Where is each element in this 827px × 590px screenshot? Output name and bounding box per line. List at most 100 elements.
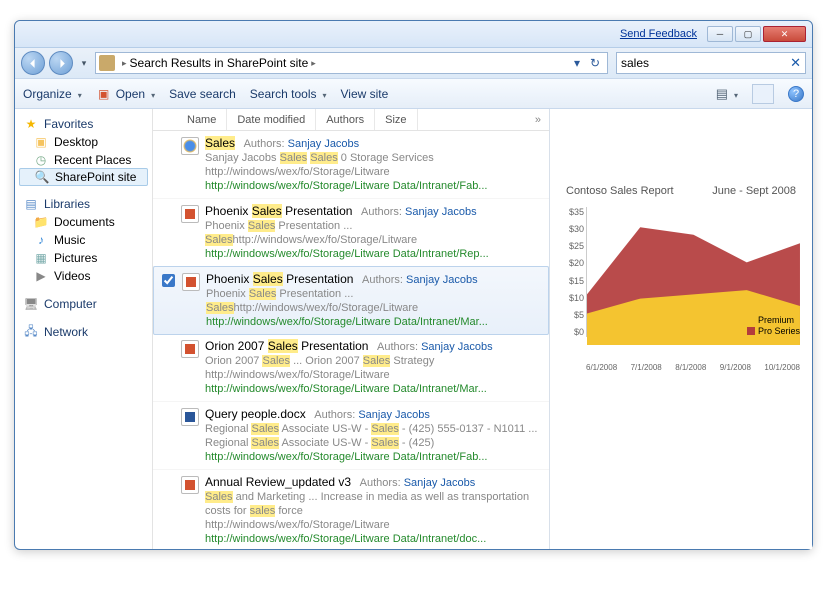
search-result[interactable]: Phoenix Sales Presentation Authors: Sanj… (153, 199, 549, 267)
col-name[interactable]: Name (177, 109, 227, 130)
preview-pane: Contoso Sales Report June - Sept 2008 $3… (550, 109, 812, 549)
ie-file-icon (181, 137, 199, 155)
music-icon: ♪ (33, 232, 49, 248)
preview-chart: $35$30$25$20$15$10$5$0 Premium Pro Serie… (560, 207, 800, 372)
search-tools-menu[interactable]: Search tools (250, 87, 327, 101)
nav-pictures[interactable]: ▦Pictures (19, 249, 148, 267)
results-list[interactable]: Sales Authors: Sanjay Jacobs Sanjay Jacob… (153, 131, 549, 549)
doc-file-icon (181, 408, 199, 426)
desktop-icon: ▣ (33, 134, 49, 150)
authors-label: Authors: (244, 138, 285, 150)
nav-music[interactable]: ♪Music (19, 231, 148, 249)
search-input[interactable]: sales (621, 56, 790, 70)
location-icon (99, 55, 115, 71)
nav-desktop[interactable]: ▣Desktop (19, 133, 148, 151)
forward-button[interactable] (49, 51, 73, 75)
star-icon: ★ (23, 116, 39, 132)
search-box[interactable]: sales ✕ (616, 52, 806, 74)
nav-history-dropdown[interactable] (77, 51, 91, 75)
breadcrumb[interactable]: Search Results in SharePoint site (130, 56, 309, 70)
refresh-icon[interactable]: ↻ (586, 54, 604, 72)
result-snippet2: http://windows/wex/fo/Storage/Litware (205, 165, 541, 179)
author-link[interactable]: Sanjay Jacobs (358, 409, 430, 421)
result-title: Phoenix Sales Presentation (206, 272, 353, 286)
view-site-button[interactable]: View site (341, 87, 389, 101)
result-url: http://windows/wex/fo/Storage/Litware Da… (206, 315, 540, 329)
ppt-file-icon (181, 340, 199, 358)
libraries-icon: ▤ (23, 196, 39, 212)
result-title: Orion 2007 Sales Presentation (205, 339, 368, 353)
back-button[interactable] (21, 51, 45, 75)
favorites-header[interactable]: ★Favorites (19, 115, 148, 133)
nav-network[interactable]: 🖧Network (19, 323, 148, 341)
address-bar[interactable]: ▸ Search Results in SharePoint site ▸ ▾ … (95, 52, 608, 74)
result-title: Phoenix Sales Presentation (205, 204, 352, 218)
result-snippet2: http://windows/wex/fo/Storage/Litware (205, 518, 541, 532)
col-size[interactable]: Size (375, 109, 417, 130)
author-link[interactable]: Sanjay Jacobs (405, 206, 477, 218)
navigation-row: ▸ Search Results in SharePoint site ▸ ▾ … (15, 48, 812, 79)
author-link[interactable]: Sanjay Jacobs (404, 477, 476, 489)
minimize-button[interactable]: ─ (707, 26, 733, 42)
result-snippet: Regional Sales Associate US-W - Sales - … (205, 422, 541, 450)
titlebar: Send Feedback ─ ▢ ✕ (15, 21, 812, 48)
send-feedback-link[interactable]: Send Feedback (620, 28, 697, 40)
help-icon[interactable]: ? (788, 86, 804, 102)
libraries-header[interactable]: ▤Libraries (19, 195, 148, 213)
view-options-button[interactable]: ▤ (716, 86, 738, 102)
ppt-file-icon (181, 476, 199, 494)
result-url: http://windows/wex/fo/Storage/Litware Da… (205, 450, 541, 464)
nav-documents[interactable]: 📁Documents (19, 213, 148, 231)
result-snippet: Phoenix Sales Presentation ... Saleshttp… (205, 219, 541, 247)
search-result[interactable]: Orion 2007 Sales Presentation Authors: S… (153, 334, 549, 402)
network-icon: 🖧 (23, 324, 39, 340)
result-title: Sales (205, 136, 235, 150)
nav-computer[interactable]: 🖥Computer (19, 295, 148, 313)
preview-pane-toggle[interactable] (752, 84, 774, 104)
open-button[interactable]: ▣ Open (96, 86, 155, 102)
ppt-file-icon (181, 205, 199, 223)
organize-menu[interactable]: Organize (23, 87, 82, 101)
pictures-icon: ▦ (33, 250, 49, 266)
preview-date-range: June - Sept 2008 (712, 185, 796, 197)
nav-recent-places[interactable]: ◷Recent Places (19, 151, 148, 169)
author-link[interactable]: Sanjay Jacobs (421, 341, 493, 353)
folder-icon: 📁 (33, 214, 49, 230)
ppt-file-icon (182, 273, 200, 291)
result-snippet: Sales and Marketing ... Increase in medi… (205, 490, 541, 518)
addr-dropdown-icon[interactable]: ▾ (568, 54, 586, 72)
search-result[interactable]: Phoenix Sales Presentation Authors: Sanj… (153, 266, 549, 335)
col-authors[interactable]: Authors (316, 109, 375, 130)
search-result[interactable]: Query people.docx Authors: Sanjay Jacobs… (153, 402, 549, 470)
save-search-button[interactable]: Save search (169, 87, 236, 101)
authors-label: Authors: (361, 206, 402, 218)
search-icon: 🔍 (34, 169, 50, 185)
clear-search-icon[interactable]: ✕ (790, 55, 801, 71)
result-url: http://windows/wex/fo/Storage/Litware Da… (205, 532, 541, 546)
open-icon: ▣ (96, 86, 112, 102)
maximize-button[interactable]: ▢ (735, 26, 761, 42)
search-result[interactable]: Sales Authors: Sanjay JacobsSanjay Jacob… (153, 131, 549, 199)
search-result[interactable]: Annual Review_updated v3 Authors: Sanjay… (153, 470, 549, 549)
authors-label: Authors: (360, 477, 401, 489)
legend-swatch-proseries (747, 327, 755, 335)
author-link[interactable]: Sanjay Jacobs (288, 138, 360, 150)
result-checkbox[interactable] (162, 274, 175, 287)
close-button[interactable]: ✕ (763, 26, 806, 42)
computer-icon: 🖥 (23, 296, 39, 312)
result-snippet: Phoenix Sales Presentation ... Saleshttp… (206, 287, 540, 315)
result-snippet: Orion 2007 Sales ... Orion 2007 Sales St… (205, 354, 541, 382)
videos-icon: ▶ (33, 268, 49, 284)
result-url: http://windows/wex/fo/Storage/Litware Da… (205, 247, 541, 261)
nav-videos[interactable]: ▶Videos (19, 267, 148, 285)
author-link[interactable]: Sanjay Jacobs (406, 274, 478, 286)
recent-icon: ◷ (33, 152, 49, 168)
nav-sharepoint-site[interactable]: 🔍SharePoint site (19, 168, 148, 186)
result-title: Query people.docx (205, 407, 306, 421)
result-url: http://windows/wex/fo/Storage/Litware Da… (205, 179, 541, 193)
result-title: Annual Review_updated v3 (205, 475, 351, 489)
col-date[interactable]: Date modified (227, 109, 316, 130)
authors-label: Authors: (362, 274, 403, 286)
col-more[interactable]: » (527, 109, 549, 130)
authors-label: Authors: (314, 409, 355, 421)
